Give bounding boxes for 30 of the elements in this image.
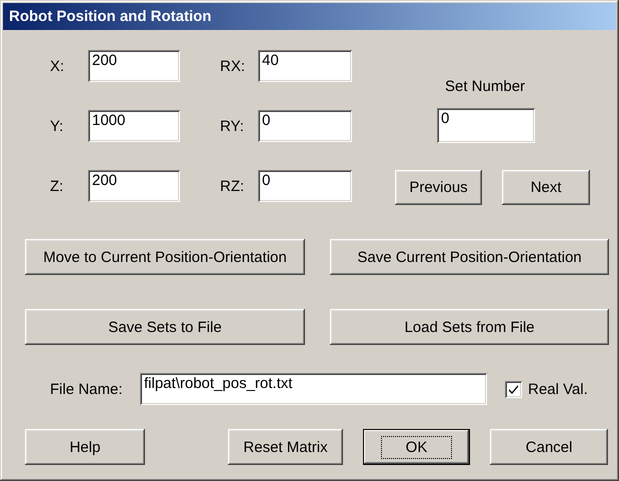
check-icon: [508, 384, 519, 394]
input-field[interactable]: 0: [437, 108, 535, 143]
dialog-button[interactable]: Cancel: [490, 429, 608, 465]
input-field[interactable]: 1000: [88, 110, 180, 142]
action-button[interactable]: Save Sets to File: [25, 309, 305, 345]
checkbox[interactable]: [505, 380, 522, 398]
field-label: Z:: [50, 178, 64, 194]
nav-button[interactable]: Next: [502, 170, 590, 205]
dialog-button[interactable]: Reset Matrix: [228, 429, 343, 465]
checkbox-label: Real Val.: [528, 380, 588, 398]
field-label: RY:: [220, 118, 245, 134]
input-field[interactable]: 40: [258, 50, 352, 82]
window-title: Robot Position and Rotation: [9, 8, 212, 25]
nav-button[interactable]: Previous: [395, 170, 482, 205]
field-label: Y:: [50, 118, 64, 134]
action-button[interactable]: Load Sets from File: [330, 309, 609, 345]
field-label: Set Number: [445, 78, 526, 97]
input-field[interactable]: 0: [258, 110, 352, 142]
dialog-button[interactable]: Help: [25, 429, 145, 465]
input-field[interactable]: 200: [88, 170, 180, 202]
field-label: File Name:: [50, 380, 124, 398]
action-button[interactable]: Save Current Position-Orientation: [330, 239, 609, 275]
field-label: X:: [50, 58, 66, 74]
input-field[interactable]: 0: [258, 170, 352, 202]
dialog-button[interactable]: OK: [363, 429, 470, 465]
field-label: RX:: [220, 58, 246, 74]
input-field[interactable]: filpat\robot_pos_rot.txt: [140, 373, 487, 405]
input-field[interactable]: 200: [88, 50, 180, 82]
field-label: RZ:: [220, 178, 246, 194]
action-button[interactable]: Move to Current Position-Orientation: [25, 239, 305, 275]
